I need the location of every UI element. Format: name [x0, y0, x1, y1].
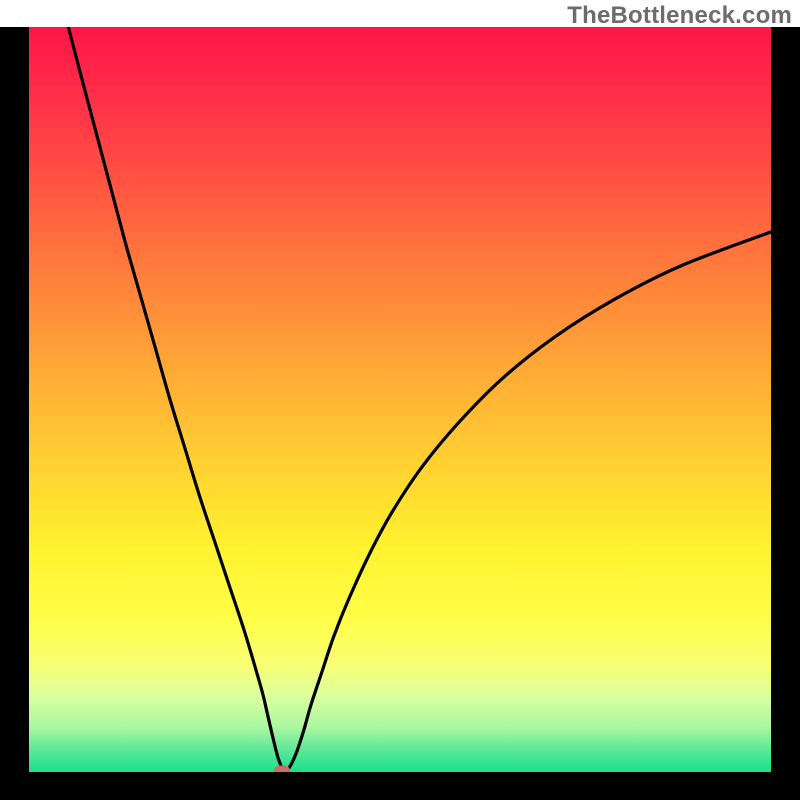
bottleneck-curve	[68, 27, 771, 771]
plot-area	[29, 27, 771, 772]
watermark-label: TheBottleneck.com	[567, 2, 792, 30]
curve-svg	[29, 27, 771, 772]
chart-frame	[0, 27, 800, 800]
chart-stage: TheBottleneck.com	[0, 0, 800, 800]
min-marker	[274, 765, 290, 772]
